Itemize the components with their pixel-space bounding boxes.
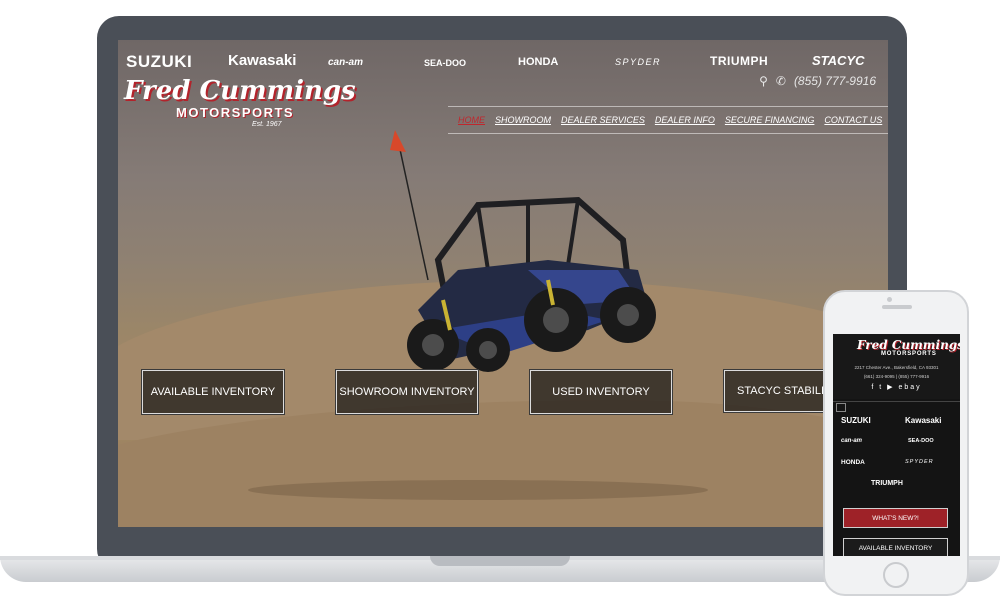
showroom-inventory-button[interactable]: SHOWROOM INVENTORY [336,370,478,414]
mobile-screen: Fred Cummings MOTORSPORTS 2217 Chester A… [833,334,960,556]
brand-logo-canam[interactable]: can-am [328,57,363,68]
logo-established: Est. 1967 [252,121,282,128]
brand-logo-honda[interactable]: HONDA [518,56,558,68]
brand-logo-suzuki[interactable]: SUZUKI [126,52,192,72]
mobile-phones: (661) 324-9095 | (855) 777-9916 [863,374,930,379]
desktop-screen: SUZUKI Kawasaki can-am SEA-DOO HONDA SPY… [118,40,888,527]
phone-home-button [883,562,909,588]
phone-speaker [882,305,912,309]
logo-script: Fred Cummings [124,76,356,106]
brand-logo-stacyc[interactable]: STACYC [812,53,864,68]
main-nav: HOME SHOWROOM DEALER SERVICES DEALER INF… [448,106,888,134]
brand-logo-kawasaki[interactable]: Kawasaki [228,52,296,69]
mobile-header: Fred Cummings MOTORSPORTS 2217 Chester A… [833,334,960,399]
mobile-brand-honda[interactable]: HONDA [841,459,865,466]
header-phone[interactable]: (855) 777-9916 [794,74,876,88]
phone-camera [887,297,892,302]
brand-logo-triumph[interactable]: TRIUMPH [710,54,768,68]
site-logo[interactable]: Fred Cummings MOTORSPORTS Est. 1967 [124,76,356,128]
used-inventory-button[interactable]: USED INVENTORY [530,370,672,414]
mobile-brand-spyder[interactable]: SPYDER [905,459,934,465]
nav-home[interactable]: HOME [458,115,485,125]
mobile-available-inventory-button[interactable]: AVAILABLE INVENTORY [843,538,948,556]
brand-logo-spyder[interactable]: SPYDER [615,57,661,67]
header-contact: ⚲ ✆ (855) 777-9916 [759,74,876,88]
utv-shadow [248,480,708,500]
mobile-brand-triumph[interactable]: TRIUMPH [871,480,903,487]
utv-hero-image [390,130,656,372]
mobile-brand-suzuki[interactable]: SUZUKI [841,416,871,425]
nav-secure-financing[interactable]: SECURE FINANCING [725,115,815,125]
nav-contact-us[interactable]: CONTACT US [824,115,882,125]
map-pin-icon[interactable]: ⚲ [759,74,768,88]
mobile-address: 2217 Chester Ave., Bakersfield, CA 93301 [854,365,939,370]
mobile-brand-seadoo[interactable]: SEA-DOO [908,438,934,444]
mobile-whats-new-button[interactable]: WHAT'S NEW?! [843,508,948,528]
nav-dealer-services[interactable]: DEALER SERVICES [561,115,645,125]
mobile-brand-kawasaki[interactable]: Kawasaki [905,416,941,425]
mobile-social-icons[interactable]: f t ▶ ebay [833,383,960,391]
mobile-menu-icon[interactable] [836,403,846,412]
brand-logo-seadoo[interactable]: SEA-DOO [424,58,466,68]
phone-icon: ✆ [775,74,786,88]
mobile-brand-canam[interactable]: can-am [841,438,862,444]
mobile-logo-script[interactable]: Fred Cummings [857,338,960,352]
logo-subtitle: MOTORSPORTS [176,105,295,120]
brand-bar: SUZUKI Kawasaki can-am SEA-DOO HONDA SPY… [118,48,888,76]
available-inventory-button[interactable]: AVAILABLE INVENTORY [142,370,284,414]
mobile-logo-subtitle: MOTORSPORTS [881,351,937,357]
phone-device: Fred Cummings MOTORSPORTS 2217 Chester A… [823,290,969,596]
nav-dealer-info[interactable]: DEALER INFO [655,115,715,125]
laptop-notch [430,556,570,566]
nav-showroom[interactable]: SHOWROOM [495,115,551,125]
mobile-menu-divider [833,401,960,402]
